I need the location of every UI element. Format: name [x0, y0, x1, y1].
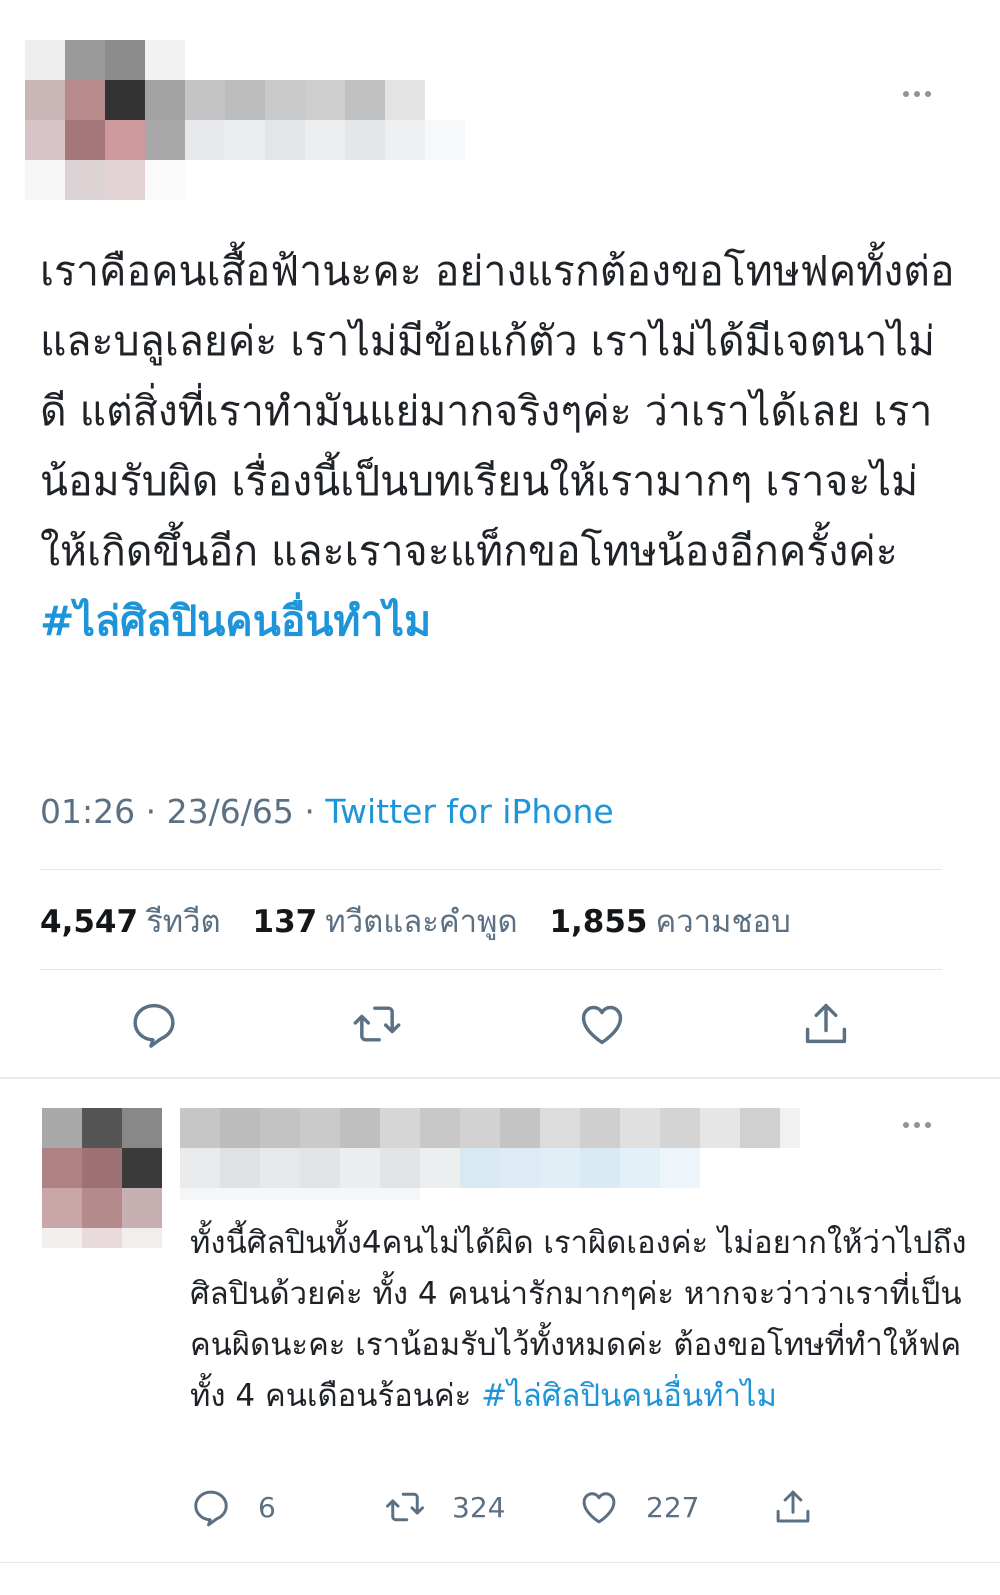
reply-avatar[interactable] [42, 1108, 162, 1248]
share-icon[interactable] [800, 998, 852, 1050]
quotes-count: 137 [252, 904, 318, 940]
reply-icon [194, 1490, 228, 1527]
like-count: 227 [646, 1490, 700, 1524]
retweets-stat[interactable]: 4,547 รีทวีต [40, 904, 221, 940]
retweets-count: 4,547 [40, 904, 139, 940]
heart-icon[interactable] [576, 998, 628, 1050]
meta-separator: · [304, 792, 315, 831]
reply-action-share[interactable] [772, 1486, 814, 1528]
reply-action-reply[interactable]: 6 [190, 1486, 276, 1528]
divider [40, 969, 942, 970]
section-divider [0, 1077, 1000, 1079]
reply-icon[interactable] [128, 998, 180, 1050]
retweet-count: 324 [452, 1490, 506, 1524]
likes-label: ความชอบ [655, 904, 791, 940]
heart-icon [582, 1492, 616, 1524]
display-name[interactable] [185, 80, 425, 120]
reply-username[interactable] [180, 1148, 700, 1200]
reply-count: 6 [258, 1490, 276, 1524]
retweets-label: รีทวีต [146, 904, 221, 940]
share-icon [776, 1490, 810, 1523]
retweet-icon[interactable] [351, 998, 403, 1050]
quotes-stat[interactable]: 137 ทวีตและคำพูด [253, 904, 518, 940]
tweet-text: เราคือคนเสื้อฟ้านะคะ อย่างแรกต้องขอโทษฟค… [40, 236, 960, 656]
quotes-label: ทวีตและคำพูด [325, 904, 518, 940]
divider [40, 869, 942, 870]
reply-display-name[interactable] [180, 1108, 800, 1148]
tweet-stats: 4,547 รีทวีต 137 ทวีตและคำพูด 1,855 ความชอบ [40, 896, 813, 946]
tweet-time[interactable]: 01:26 [40, 792, 135, 831]
reply-action-retweet[interactable]: 324 [384, 1486, 505, 1528]
reply-text: ทั้งนี้ศิลปินทั้ง4คนไม่ได้ผิด เราผิดเองค… [190, 1218, 970, 1422]
hashtag-link[interactable]: #ไล่ศิลปินคนอื่นทำไม [40, 597, 431, 645]
bottom-divider [0, 1562, 1000, 1563]
reply-hashtag-link[interactable]: #ไล่ศิลปินคนอื่นทำไม [481, 1378, 777, 1414]
retweet-icon [386, 1492, 424, 1522]
more-icon[interactable] [903, 1122, 931, 1128]
tweet-body: เราคือคนเสื้อฟ้านะคะ อย่างแรกต้องขอโทษฟค… [40, 247, 955, 575]
likes-stat[interactable]: 1,855 ความชอบ [549, 904, 790, 940]
meta-separator: · [145, 792, 157, 831]
avatar[interactable] [25, 40, 185, 200]
likes-count: 1,855 [549, 904, 648, 940]
username[interactable] [185, 120, 465, 160]
tweet-date[interactable]: 23/6/65 [167, 792, 294, 831]
tweet-meta: 01:26 · 23/6/65 · Twitter for iPhone [40, 792, 614, 831]
tweet-source[interactable]: Twitter for iPhone [325, 792, 613, 831]
reply-action-like[interactable]: 227 [578, 1486, 699, 1528]
more-icon[interactable] [903, 91, 931, 97]
